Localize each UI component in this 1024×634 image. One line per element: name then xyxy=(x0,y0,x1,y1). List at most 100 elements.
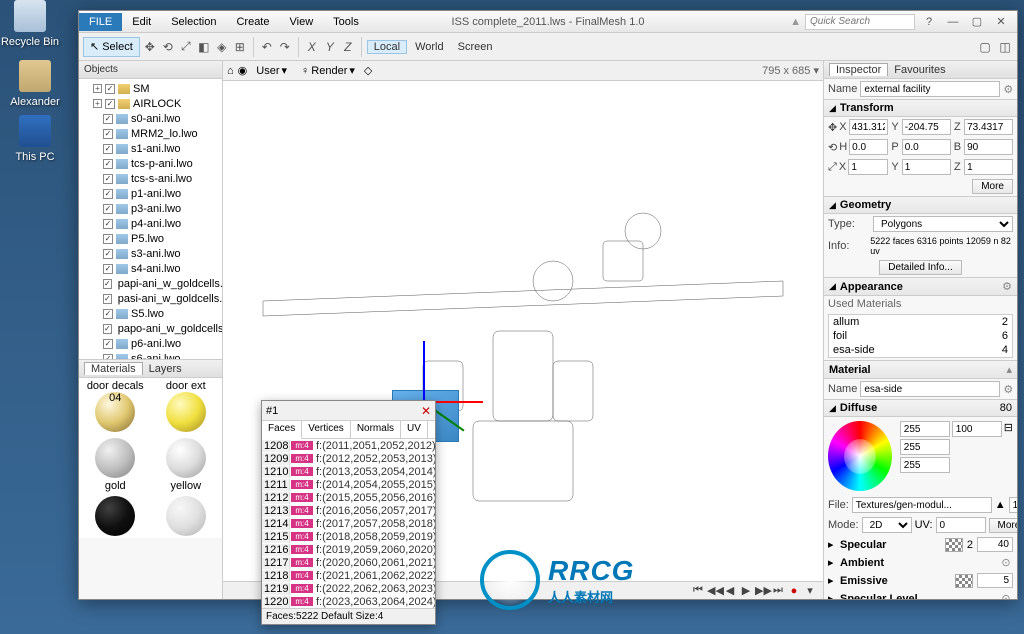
geometry-type[interactable]: Polygons xyxy=(873,216,1013,232)
menu-file[interactable]: FILE xyxy=(79,13,122,31)
gear-icon[interactable]: ⚙ xyxy=(1003,83,1013,96)
transform-b[interactable] xyxy=(964,139,1013,155)
quick-search[interactable] xyxy=(805,14,915,30)
diffuse-alpha[interactable] xyxy=(1009,497,1017,513)
move-tool-icon[interactable]: ✥ xyxy=(142,39,158,55)
objects-tree[interactable]: +✓SM+✓AIRLOCK✓s0-ani.lwo✓MRM2_lo.lwo✓s1-… xyxy=(79,79,222,359)
scale-y[interactable] xyxy=(902,159,951,175)
transform-section[interactable]: Transform xyxy=(840,102,1012,114)
help-button[interactable]: ? xyxy=(919,14,939,30)
face-row[interactable]: 1215m:4f:(2018,2058,2059,2019) t:(9 xyxy=(262,530,435,543)
layers-tab[interactable]: Layers xyxy=(143,363,188,375)
desktop-icon-pc[interactable]: This PC xyxy=(5,115,65,163)
scale-tool-icon[interactable]: ⤢ xyxy=(178,39,194,55)
used-material-row[interactable]: allum2 xyxy=(829,315,1012,329)
link-icon[interactable]: ⊟ xyxy=(1004,421,1013,437)
material-swatch[interactable]: lt allum xyxy=(81,494,150,538)
inspector-tab[interactable]: Inspector xyxy=(829,63,888,76)
detailed-info-button[interactable]: Detailed Info... xyxy=(879,260,961,275)
next-frame-icon[interactable]: ▶▶ xyxy=(755,584,769,597)
play-icon[interactable]: ▶ xyxy=(739,584,753,597)
redo-icon[interactable]: ↷ xyxy=(277,39,293,55)
diffuse-mode[interactable]: 2D xyxy=(862,517,912,533)
material-swatch[interactable]: gold xyxy=(81,436,150,492)
desktop-icon-bin[interactable]: Recycle Bin xyxy=(0,0,60,48)
material-section[interactable]: Material xyxy=(829,364,1002,376)
close-button[interactable]: ✕ xyxy=(991,14,1011,30)
appearance-section[interactable]: Appearance xyxy=(840,281,998,293)
diffuse-b[interactable] xyxy=(900,457,950,473)
tree-item[interactable]: ✓s0-ani.lwo xyxy=(81,111,220,126)
tree-item[interactable]: ✓s3-ani.lwo xyxy=(81,246,220,261)
record-icon[interactable]: ● xyxy=(787,585,801,597)
tool-icon[interactable]: ⊞ xyxy=(232,39,248,55)
property-row[interactable]: ▸Specular Level⊙ xyxy=(824,590,1017,599)
tree-item[interactable]: ✓tcs-s-ani.lwo xyxy=(81,171,220,186)
layout-split-icon[interactable]: ◫ xyxy=(997,39,1013,55)
first-frame-icon[interactable]: ⏮ xyxy=(691,584,705,597)
tree-item[interactable]: ✓MRM2_lo.lwo xyxy=(81,126,220,141)
undo-icon[interactable]: ↶ xyxy=(259,39,275,55)
coord-local[interactable]: Local xyxy=(367,40,407,54)
tool-icon[interactable]: ◧ xyxy=(196,39,212,55)
render-dropdown[interactable]: ♀ Render ▾ xyxy=(296,62,360,79)
tree-item[interactable]: ✓P5.lwo xyxy=(81,231,220,246)
color-wheel[interactable] xyxy=(828,421,892,491)
transform-more-button[interactable]: More xyxy=(972,179,1013,194)
collapse-icon[interactable]: ▴ xyxy=(1006,363,1012,376)
user-dropdown[interactable]: User ▾ xyxy=(251,62,292,79)
property-value[interactable] xyxy=(977,537,1013,552)
tool-icon[interactable]: ◈ xyxy=(214,39,230,55)
diffuse-r[interactable] xyxy=(900,421,950,437)
face-row[interactable]: 1218m:4f:(2021,2061,2062,2022) t:(3 xyxy=(262,569,435,582)
maximize-button[interactable]: ▢ xyxy=(967,14,987,30)
material-name-input[interactable] xyxy=(860,381,1000,397)
tree-item[interactable]: ✓s4-ani.lwo xyxy=(81,261,220,276)
camera-icon[interactable]: ◉ xyxy=(238,64,248,77)
transform-h[interactable] xyxy=(849,139,888,155)
tree-item[interactable]: ✓s1-ani.lwo xyxy=(81,141,220,156)
diffuse-file[interactable] xyxy=(852,497,992,513)
gear-icon[interactable]: ⊙ xyxy=(999,556,1013,569)
face-row[interactable]: 1219m:4f:(2022,2062,2063,2023) t:(5 xyxy=(262,582,435,595)
transform-z[interactable] xyxy=(964,119,1013,135)
geometry-section[interactable]: Geometry xyxy=(840,199,1012,211)
face-row[interactable]: 1208m:4f:(2011,2051,2052,2012) t:(1 xyxy=(262,439,435,452)
gear-icon[interactable]: ⚙ xyxy=(1003,383,1013,396)
face-row[interactable]: 1212m:4f:(2015,2055,2056,2016) t:(3 xyxy=(262,491,435,504)
gear-icon[interactable]: ⚙ xyxy=(1002,280,1012,293)
select-tool[interactable]: ↖Select xyxy=(83,37,140,57)
last-frame-icon[interactable]: ⏭ xyxy=(771,584,785,597)
axis-y-icon[interactable]: Y xyxy=(322,39,338,55)
desktop-icon-user[interactable]: Alexander xyxy=(5,60,65,108)
face-row[interactable]: 1213m:4f:(2016,2056,2057,2017) t:(3 xyxy=(262,504,435,517)
transform-y[interactable] xyxy=(902,119,951,135)
vertices-tab[interactable]: Vertices xyxy=(302,421,351,438)
tree-item[interactable]: +✓AIRLOCK xyxy=(81,96,220,111)
face-row[interactable]: 1216m:4f:(2019,2059,2060,2020) t:(9 xyxy=(262,543,435,556)
face-row[interactable]: 1214m:4f:(2017,2057,2058,2018) t:(8 xyxy=(262,517,435,530)
faces-floating-panel[interactable]: #1✕ Faces Vertices Normals UV 1208m:4f:(… xyxy=(261,400,436,625)
material-swatch[interactable]: door decals 04 xyxy=(81,380,150,434)
close-icon[interactable]: ✕ xyxy=(421,404,431,418)
coord-world[interactable]: World xyxy=(409,41,450,53)
layout-icon[interactable]: ▢ xyxy=(977,39,993,55)
used-material-row[interactable]: esa-side4 xyxy=(829,343,1012,357)
normals-tab[interactable]: Normals xyxy=(351,421,401,438)
menu-edit[interactable]: Edit xyxy=(122,13,161,31)
transform-p[interactable] xyxy=(902,139,951,155)
tree-item[interactable]: ✓p6-ani.lwo xyxy=(81,336,220,351)
tree-item[interactable]: ✓papo-ani_w_goldcells.lwo xyxy=(81,321,220,336)
tree-item[interactable]: ✓papi-ani_w_goldcells.lwo xyxy=(81,276,220,291)
face-row[interactable]: 1220m:4f:(2023,2063,2064,2024) t:(5 xyxy=(262,595,435,608)
property-row[interactable]: ▸Emissive xyxy=(824,571,1017,590)
scale-x[interactable] xyxy=(848,159,888,175)
menu-tools[interactable]: Tools xyxy=(323,13,369,31)
face-row[interactable]: 1217m:4f:(2020,2060,2061,2021) t:(3 xyxy=(262,556,435,569)
options-icon[interactable]: ◇ xyxy=(364,64,372,77)
tree-item[interactable]: ✓tcs-p-ani.lwo xyxy=(81,156,220,171)
axis-x-icon[interactable]: X xyxy=(304,39,320,55)
property-value[interactable] xyxy=(977,573,1013,588)
rotate-tool-icon[interactable]: ⟲ xyxy=(160,39,176,55)
material-swatch[interactable]: eva fixture xyxy=(152,494,221,538)
